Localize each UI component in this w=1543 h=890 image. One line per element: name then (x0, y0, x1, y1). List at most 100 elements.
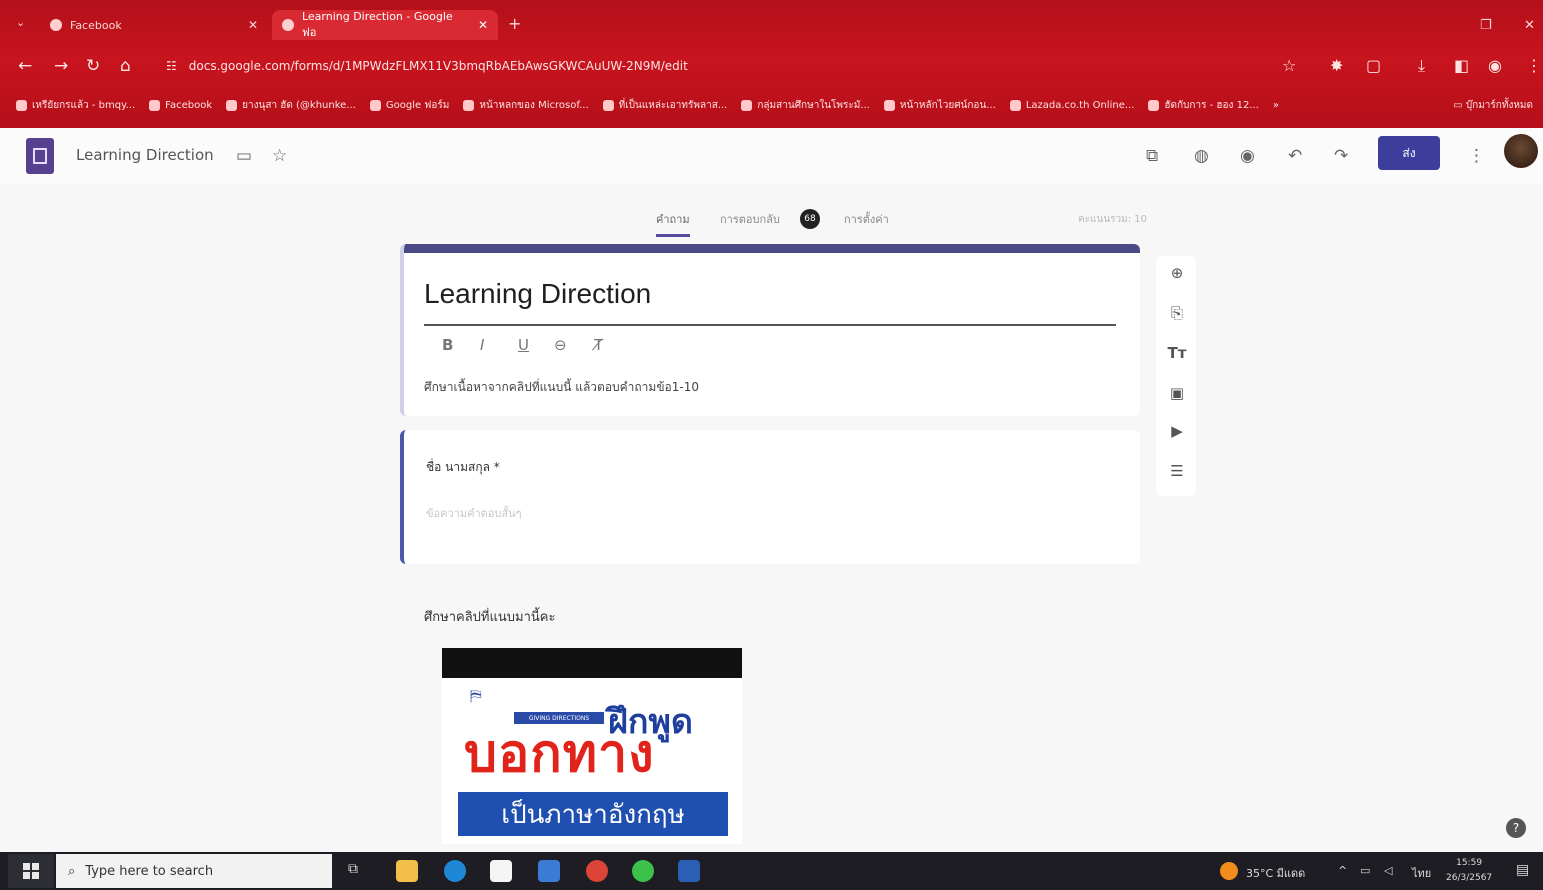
google-forms-logo-icon[interactable] (26, 138, 54, 174)
word-icon[interactable] (678, 860, 700, 882)
link-icon[interactable]: ⊖ (554, 336, 567, 354)
bookmark-item[interactable]: ที่เป็นแหล่ะเอาทรัพลาส... (602, 98, 727, 113)
download-icon[interactable]: ⤓ (1418, 56, 1425, 76)
windows-taskbar: ⌕ Type here to search ⧉ 35°C มีแดด ^ ▭ ◁… (0, 852, 1543, 890)
signpost-icon: ⛿ (470, 686, 482, 705)
all-bookmarks-folder[interactable]: ▭ บุ๊กมาร์กทั้งหมด (1453, 98, 1533, 113)
move-to-folder-icon[interactable]: ▭ (236, 146, 252, 166)
notification-icon[interactable]: ▤ (1516, 862, 1529, 878)
doc-title[interactable]: Learning Direction (76, 146, 214, 164)
bookmark-item[interactable]: Lazada.co.th Online... (1009, 99, 1134, 111)
chrome-icon[interactable] (586, 860, 608, 882)
browser-tab-facebook[interactable]: Facebook ✕ (40, 10, 268, 40)
add-video-icon[interactable]: ▶ (1166, 420, 1188, 442)
theme-accent-bar (404, 244, 1140, 253)
help-icon[interactable]: ? (1506, 818, 1526, 838)
add-image-icon[interactable]: ▣ (1166, 382, 1188, 404)
forward-arrow-icon[interactable]: → (54, 56, 68, 76)
bookmark-item[interactable]: ฮัดกับการ - ฮอง 12... (1148, 98, 1259, 113)
bookmark-item[interactable]: Facebook (149, 99, 212, 111)
form-description[interactable]: ศึกษาเนื้อหาจากคลิปที่แนบนี้ แล้วตอบคำถา… (424, 378, 699, 397)
home-icon[interactable]: ⌂ (120, 56, 131, 76)
add-ons-puzzle-icon[interactable]: ⧉ (1146, 146, 1158, 166)
close-tab-icon[interactable]: ✕ (248, 18, 258, 32)
avatar[interactable] (1504, 134, 1538, 168)
back-arrow-icon[interactable]: ← (18, 56, 32, 76)
more-options-icon[interactable]: ⋮ (1468, 146, 1485, 166)
tab-settings[interactable]: การตั้งค่า (844, 210, 889, 228)
italic-icon[interactable]: I (480, 336, 484, 354)
bookmark-item[interactable]: กลุ่มสานศึกษาในโพระมั... (741, 98, 870, 113)
bookmark-item[interactable]: Google ฟอร์ม (369, 98, 449, 113)
tab-search-chevron-icon[interactable]: ⌄ (16, 16, 25, 29)
tab-strip: ⌄ Facebook ✕ Learning Direction - Google… (0, 6, 1543, 42)
taskbar-clock[interactable]: 15:59 26/3/2567 (1446, 856, 1492, 886)
site-info-icon[interactable]: ☷ (166, 59, 177, 73)
floating-toolbar: ⊕ ⎘ Tт ▣ ▶ ☰ (1156, 256, 1196, 496)
taskbar-search[interactable]: ⌕ Type here to search (56, 854, 332, 888)
question-card-name[interactable]: ชื่อ นามสกุล * ข้อความคำตอบสั้นๆ (400, 430, 1140, 564)
embedded-video-thumbnail[interactable]: ⛿ GIVING DIRECTIONS ฝึกพูด บอกทาง เป็นภา… (442, 648, 742, 844)
edge-icon[interactable] (444, 860, 466, 882)
browser-tab-forms[interactable]: Learning Direction - Google ฟอ ✕ (272, 10, 498, 40)
thumbnail-logo-text: GIVING DIRECTIONS (514, 712, 604, 724)
address-bar[interactable]: ☷ docs.google.com/forms/d/1MPWdzFLMX11V3… (156, 52, 1316, 80)
bookmark-item[interactable]: ยางนุสา ฮัด (@khunke... (226, 98, 356, 113)
tab-responses[interactable]: การตอบกลับ (720, 210, 780, 228)
volume-icon[interactable]: ◁ (1384, 864, 1392, 877)
bookmark-star-icon[interactable]: ☆ (1282, 56, 1296, 75)
form-tabs: คำถาม การตอบกลับ 68 การตั้งค่า คะแนนรวม:… (0, 204, 1543, 237)
add-question-plus-icon[interactable]: ⊕ (1166, 262, 1188, 284)
add-section-icon[interactable]: ☰ (1166, 460, 1188, 482)
tab-questions[interactable]: คำถาม (656, 210, 690, 237)
tray-overflow-icon[interactable]: ^ (1338, 864, 1347, 877)
responses-count-badge: 68 (800, 209, 820, 229)
bookmark-item[interactable]: หน้าหลักไวยศน์กอน... (883, 98, 996, 113)
add-title-text-icon[interactable]: Tт (1166, 342, 1188, 364)
network-icon[interactable]: ▭ (1360, 864, 1370, 877)
customize-theme-palette-icon[interactable]: ◍ (1194, 146, 1209, 166)
bold-icon[interactable]: B (442, 336, 453, 354)
undo-icon[interactable]: ↶ (1288, 146, 1302, 166)
folder-icon: ▭ (1453, 100, 1466, 111)
send-button[interactable]: ส่ง (1378, 136, 1440, 170)
file-explorer-icon[interactable] (396, 860, 418, 882)
reload-icon[interactable]: ↻ (86, 56, 100, 76)
bookmark-item[interactable]: เหรียัยกรแล้ว - bmqy... (16, 98, 135, 113)
title-underline (424, 324, 1116, 326)
weather-text[interactable]: 35°C มีแดด (1246, 864, 1305, 882)
thumbnail-line3: เป็นภาษาอังกฤษ (458, 792, 728, 836)
new-tab-button[interactable]: + (508, 14, 521, 33)
bookmarks-overflow-button[interactable]: » (1273, 100, 1279, 111)
search-placeholder: Type here to search (85, 863, 214, 879)
start-button[interactable] (8, 854, 54, 888)
profile-icon[interactable]: ◉ (1488, 56, 1502, 75)
extensions-puzzle-icon[interactable]: ▢ (1366, 56, 1381, 75)
extension-icon[interactable]: ✸ (1330, 56, 1343, 75)
form-title-card[interactable]: Learning Direction B I U ⊖ T̸ ศึกษาเนื้อ… (400, 244, 1140, 416)
clear-format-icon[interactable]: T̸ (594, 336, 603, 354)
input-language[interactable]: ไทย (1412, 864, 1431, 882)
star-icon[interactable]: ☆ (272, 146, 287, 166)
form-title-input[interactable]: Learning Direction (424, 278, 651, 310)
mail-icon[interactable] (538, 860, 560, 882)
browser-chrome: ⌄ Facebook ✕ Learning Direction - Google… (0, 0, 1543, 128)
redo-icon[interactable]: ↷ (1334, 146, 1348, 166)
section-text: ศึกษาคลิปที่แนบมานี้คะ (424, 610, 556, 625)
import-questions-icon[interactable]: ⎘ (1166, 302, 1188, 324)
clock-time: 15:59 (1456, 858, 1483, 868)
close-window-icon[interactable]: ✕ (1524, 18, 1535, 33)
browser-menu-icon[interactable]: ⋮ (1526, 56, 1542, 75)
side-panel-icon[interactable]: ◧ (1454, 56, 1469, 75)
task-view-icon[interactable]: ⧉ (348, 861, 358, 877)
restore-window-icon[interactable]: ❐ (1480, 18, 1492, 33)
bookmark-item[interactable]: หน้าหลกของ Microsof... (463, 98, 589, 113)
close-tab-icon[interactable]: ✕ (478, 18, 488, 32)
underline-icon[interactable]: U (518, 336, 529, 354)
weather-sun-icon (1220, 862, 1238, 880)
preview-eye-icon[interactable]: ◉ (1240, 146, 1255, 166)
store-icon[interactable] (490, 860, 512, 882)
line-icon[interactable] (632, 860, 654, 882)
redacted-bar (442, 648, 742, 678)
clock-date: 26/3/2567 (1446, 873, 1493, 883)
